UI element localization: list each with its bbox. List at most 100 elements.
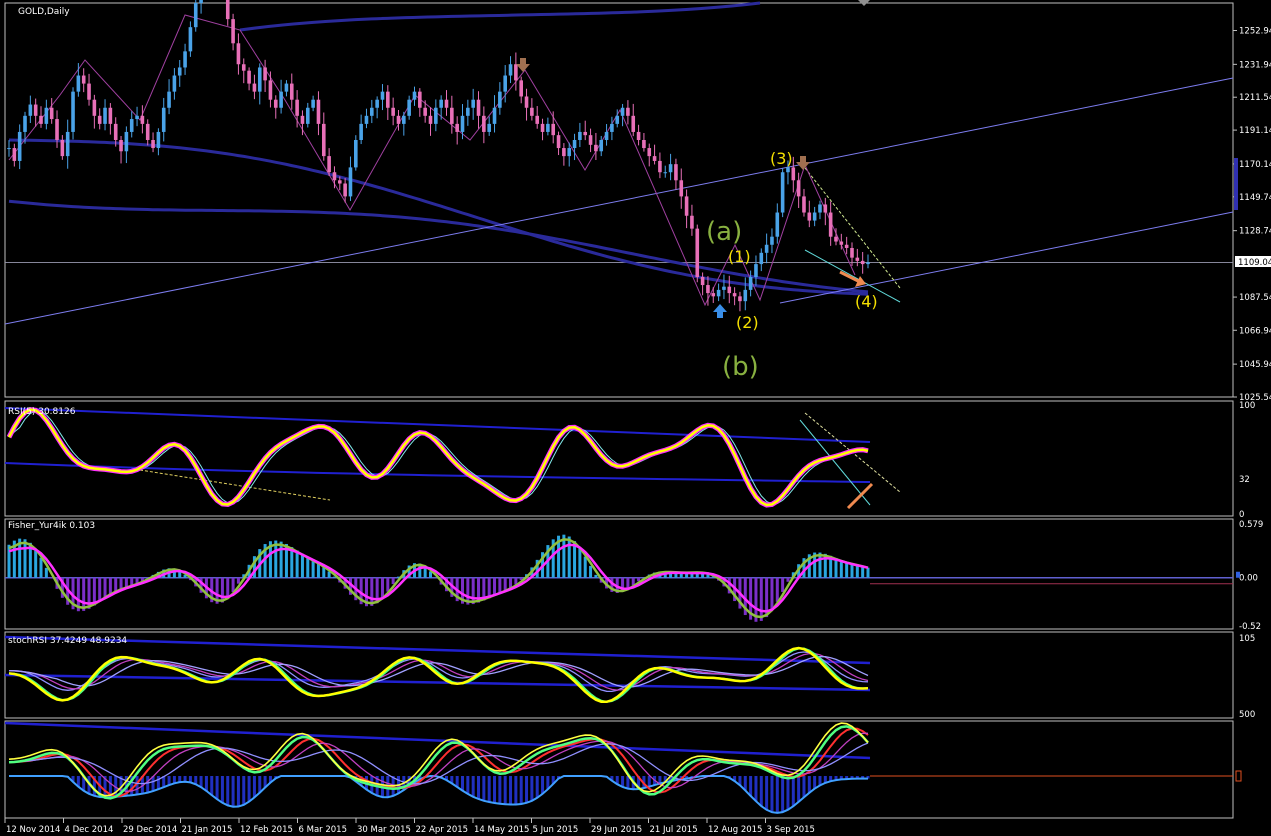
candle (476, 91, 481, 129)
candle (60, 135, 65, 160)
candle-body (236, 43, 241, 65)
candle-body (343, 183, 347, 197)
candle-body (476, 99, 481, 116)
candle-body (161, 107, 166, 132)
fisher-bar (759, 577, 763, 621)
oscillator-histogram-bar (482, 776, 486, 801)
candle-body (466, 107, 470, 116)
time-tick-label: 30 Mar 2015 (357, 825, 411, 835)
candle-body (55, 119, 59, 140)
candle-body (284, 83, 289, 92)
fisher-bar (386, 577, 390, 592)
channel-line-upper (4, 77, 1234, 325)
candle-body (727, 286, 732, 294)
candle-body (524, 96, 529, 108)
candle-body (540, 123, 545, 132)
candle-body (183, 51, 187, 68)
candle (327, 148, 331, 176)
candle-body (434, 107, 438, 124)
candle (684, 189, 689, 229)
fisher-bar (775, 577, 779, 602)
fisher-bar (583, 556, 587, 578)
candle-body (49, 107, 54, 120)
rsi-tick-label: 0 (1239, 510, 1244, 520)
candle-body (97, 115, 102, 124)
candle (97, 108, 102, 130)
candle-body (428, 115, 433, 124)
time-tick-label: 14 May 2015 (474, 825, 529, 835)
candle-body (732, 293, 737, 297)
price-axes: 1252.94 1231.94 1211.54 1191.14 1170.14 1149.… (4, 0, 1271, 835)
symbol-label: GOLD,Daily (18, 7, 70, 17)
oscillator-histogram-bar (525, 776, 529, 803)
candle-body (225, 0, 230, 20)
candle-body (652, 156, 657, 161)
fisher-pane[interactable] (5, 534, 1233, 622)
fisher-bar (578, 548, 582, 578)
fisher-title: Fisher_Yur4ik 0.103 (8, 521, 95, 531)
candle (252, 74, 257, 100)
candle-body (65, 131, 70, 157)
sell-arrow-icon (516, 58, 530, 72)
candle (743, 277, 748, 311)
candle (129, 111, 134, 138)
candle (642, 133, 646, 152)
candle (604, 124, 609, 146)
current-price-label: 1109.04 (1238, 258, 1271, 268)
candle (65, 119, 70, 169)
candle-body (759, 252, 764, 265)
price-tick-label: 1149.74 (1239, 193, 1271, 203)
scroll-marker (1234, 158, 1238, 210)
channel-line-lower (779, 211, 1234, 304)
stochrsi-tick-label: 105 (1239, 634, 1255, 644)
candle-body (407, 99, 411, 116)
fisher-bar (82, 577, 86, 611)
candle (450, 95, 454, 134)
candle-body (199, 0, 203, 4)
candle-body (44, 107, 49, 124)
candle-body (823, 204, 828, 213)
fisher-bar (567, 536, 571, 578)
wave-label-4: (4) (855, 292, 878, 311)
candle (679, 168, 684, 209)
candle-body (775, 212, 780, 237)
rsi-dashed-line (139, 469, 331, 501)
candle-body (684, 196, 689, 216)
rsi-pane[interactable] (4, 407, 901, 510)
oscillator-pane[interactable] (4, 721, 1233, 814)
stochrsi-pane[interactable] (4, 635, 871, 704)
candle-body (812, 212, 817, 221)
candle (161, 97, 166, 142)
candle-body (754, 264, 758, 277)
fisher-bar (236, 577, 240, 584)
candle (135, 106, 139, 127)
candle (87, 73, 91, 106)
candle (754, 255, 758, 286)
candle-body (231, 19, 235, 44)
candle (807, 200, 812, 228)
fisher-bar (498, 577, 502, 594)
rsi-trend-upper (4, 407, 871, 443)
fisher-bar (594, 574, 598, 578)
fisher-bar (493, 577, 497, 596)
price-tick-label: 1128.74 (1239, 227, 1271, 237)
candle (514, 52, 518, 91)
candle (167, 79, 171, 115)
candle-body (17, 131, 22, 161)
trading-chart[interactable]: 1252.94 1231.94 1211.54 1191.14 1170.14 1149.… (0, 0, 1271, 836)
candle-body (802, 196, 806, 213)
fisher-bar (781, 577, 785, 592)
candle (594, 132, 598, 160)
candle-body (748, 276, 753, 290)
candle-body (321, 123, 326, 157)
oscillator-histogram-bar (220, 776, 224, 803)
candle (482, 106, 486, 144)
chart-window[interactable]: 1252.94 1231.94 1211.54 1191.14 1170.14 1149.… (0, 0, 1271, 836)
candle-body (273, 99, 278, 108)
fisher-bar (114, 577, 118, 592)
fisher-bar (295, 550, 299, 578)
candle-body (418, 91, 422, 108)
candle-body (743, 289, 748, 302)
fisher-marker (1236, 571, 1240, 578)
price-pane[interactable] (4, 0, 1234, 325)
